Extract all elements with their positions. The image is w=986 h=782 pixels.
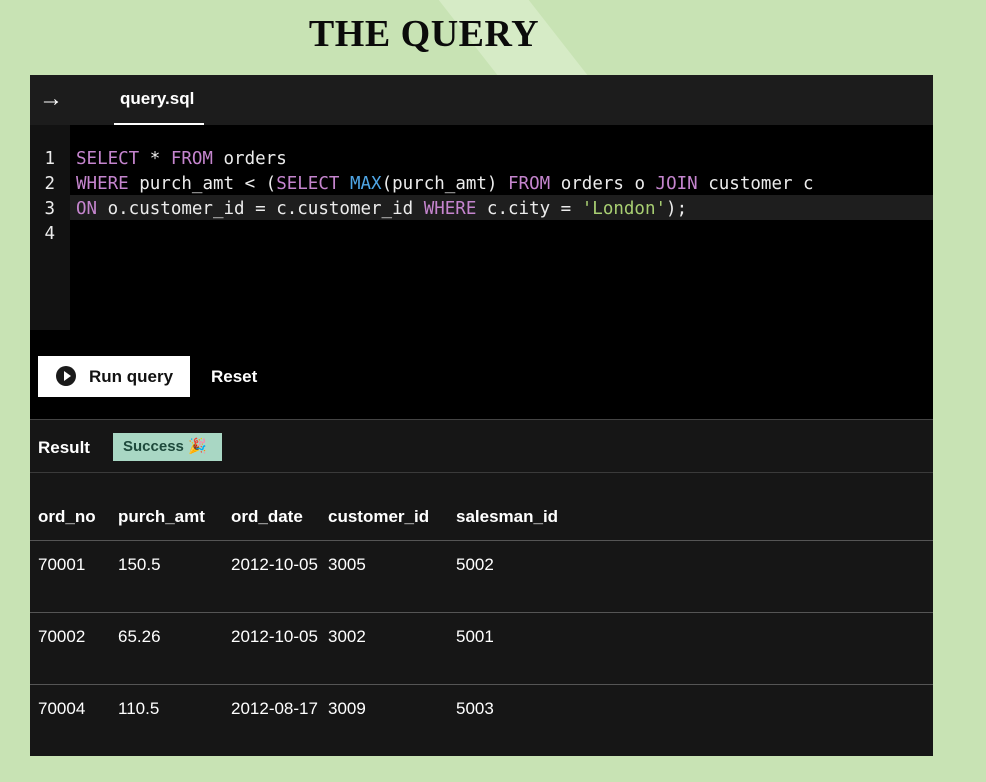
column-header: salesman_id xyxy=(456,507,559,526)
table-cell: 3009 xyxy=(328,699,366,718)
code-token: orders o xyxy=(550,174,656,194)
result-panel: Result Success 🎉 ord_no purch_amt ord_da… xyxy=(30,419,933,756)
tab-bar: → query.sql xyxy=(30,75,933,125)
code-line[interactable]: 1 SELECT * FROM orders xyxy=(30,147,933,172)
table-row: 70002 65.26 2012-10-05 3002 5001 xyxy=(30,613,933,685)
column-header: customer_id xyxy=(328,507,430,526)
table-cell: 65.26 xyxy=(118,627,161,646)
result-table: ord_no purch_amt ord_date customer_id sa… xyxy=(30,498,933,756)
code-token: purch_amt < ( xyxy=(128,174,277,194)
code-token: WHERE xyxy=(76,174,129,194)
code-editor[interactable]: 1 SELECT * FROM orders 2 WHERE purch_amt < … xyxy=(30,125,933,330)
code-token: SELECT xyxy=(276,174,340,194)
table-cell: 2012-10-05 xyxy=(231,555,318,574)
code-text: SELECT * FROM orders xyxy=(76,147,287,172)
code-line[interactable]: 4 xyxy=(30,222,933,247)
code-text: WHERE purch_amt < (SELECT MAX(purch_amt)… xyxy=(76,172,814,197)
code-token: * xyxy=(139,149,171,169)
table-cell: 3005 xyxy=(328,555,366,574)
code-token: ON xyxy=(76,199,98,219)
table-cell: 5001 xyxy=(456,627,494,646)
code-content[interactable]: 1 SELECT * FROM orders 2 WHERE purch_amt < … xyxy=(30,147,933,247)
table-row: 70001 150.5 2012-10-05 3005 5002 xyxy=(30,541,933,613)
code-token: JOIN xyxy=(655,174,698,194)
table-cell: 70002 xyxy=(38,627,86,646)
code-token: MAX xyxy=(349,174,382,194)
code-token: 'London' xyxy=(581,199,667,219)
tab-query-sql[interactable]: query.sql xyxy=(114,75,204,125)
code-token: WHERE xyxy=(423,199,477,219)
line-number: 3 xyxy=(44,199,55,219)
run-query-button[interactable]: Run query xyxy=(38,356,190,397)
code-token: ); xyxy=(666,199,688,219)
status-badge: Success 🎉 xyxy=(113,433,222,461)
code-token: customer c xyxy=(697,174,814,194)
table-cell: 5002 xyxy=(456,555,494,574)
table-cell: 3002 xyxy=(328,627,366,646)
line-number: 4 xyxy=(44,224,55,244)
line-number: 1 xyxy=(44,149,55,169)
table-header: ord_no purch_amt ord_date customer_id sa… xyxy=(30,498,933,541)
code-token: (purch_amt) xyxy=(381,174,509,194)
code-token: FROM xyxy=(508,174,551,194)
column-header: ord_date xyxy=(231,507,303,526)
table-cell: 70004 xyxy=(38,699,86,718)
table-cell: 70001 xyxy=(38,555,86,574)
column-header: purch_amt xyxy=(118,507,205,526)
code-token: c.city = xyxy=(476,199,582,219)
code-line[interactable]: 3 ON o.customer_id = c.customer_id WHERE … xyxy=(30,197,933,222)
table-cell: 110.5 xyxy=(118,699,160,718)
table-cell: 5003 xyxy=(456,699,494,718)
column-header: ord_no xyxy=(38,507,96,526)
sql-editor-panel: → query.sql 1 SELECT * FROM orders 2 WHERE … xyxy=(30,75,933,756)
line-number: 2 xyxy=(44,174,55,194)
code-line[interactable]: 2 WHERE purch_amt < (SELECT MAX(purch_amt… xyxy=(30,172,933,197)
code-token: orders xyxy=(212,149,287,169)
code-token: o.customer_id = c.customer_id xyxy=(97,199,424,219)
table-row: 70004 110.5 2012-08-17 3009 5003 xyxy=(30,685,933,756)
tab-label: query.sql xyxy=(120,89,195,108)
result-label: Result xyxy=(38,438,90,457)
page-title: THE QUERY xyxy=(308,13,540,55)
table-cell: 2012-10-05 xyxy=(231,627,318,646)
table-cell: 2012-08-17 xyxy=(231,699,318,718)
code-text: ON o.customer_id = c.customer_id WHERE c… xyxy=(76,197,687,222)
table-cell: 150.5 xyxy=(118,555,161,574)
arrow-right-icon[interactable]: → xyxy=(30,75,72,125)
reset-button[interactable]: Reset xyxy=(211,367,257,387)
result-divider xyxy=(30,472,933,473)
code-token: FROM xyxy=(170,149,213,169)
code-token: SELECT xyxy=(76,149,140,169)
run-query-label: Run query xyxy=(89,367,174,386)
play-circle-icon xyxy=(56,366,76,386)
